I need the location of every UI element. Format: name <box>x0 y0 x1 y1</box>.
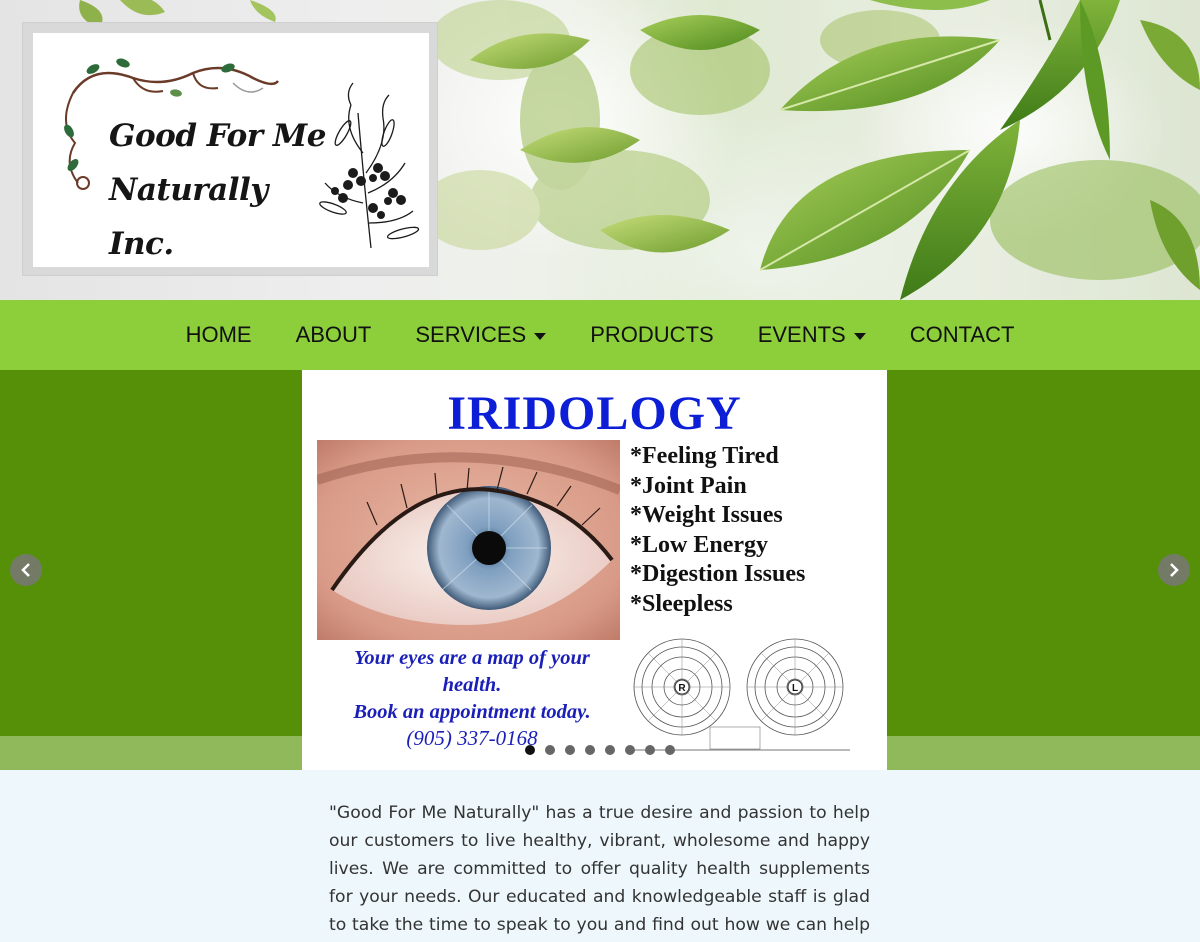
slider-dot[interactable] <box>645 745 655 755</box>
slider-dot[interactable] <box>565 745 575 755</box>
slider-dot[interactable] <box>665 745 675 755</box>
iridology-charts: R L <box>630 638 850 751</box>
chevron-right-icon <box>1170 563 1179 577</box>
main-nav: HOME ABOUT SERVICES PRODUCTS EVENTS CONT… <box>0 300 1200 370</box>
caret-down-icon <box>534 332 547 340</box>
symptom-item: *Weight Issues <box>630 502 783 529</box>
eye-photo <box>317 440 620 640</box>
slider-dot[interactable] <box>585 745 595 755</box>
nav-item-home[interactable]: HOME <box>164 322 274 348</box>
nav-label: CONTACT <box>909 322 1015 347</box>
nav-item-about[interactable]: ABOUT <box>274 322 394 348</box>
symptom-item: *Sleepless <box>630 590 733 617</box>
symptom-item: *Joint Pain <box>630 472 747 499</box>
slider-dot[interactable] <box>525 745 535 755</box>
header-banner: Good For Me Naturally Inc. <box>0 0 1200 300</box>
nav-item-events[interactable]: EVENTS <box>736 322 888 348</box>
nav-label: PRODUCTS <box>590 322 714 347</box>
slide-iridology[interactable]: IRIDOLOGY *Feeling Tired *Joint Pain *We… <box>302 370 887 770</box>
logo-line-1: Good For Me <box>109 118 326 154</box>
slide-title: IRIDOLOGY <box>447 387 742 440</box>
logo-frame: Good For Me Naturally Inc. <box>22 22 438 276</box>
tagline-line: Your eyes are a map of your <box>354 647 590 669</box>
slider-dot[interactable] <box>625 745 635 755</box>
nav-item-products[interactable]: PRODUCTS <box>568 322 735 348</box>
right-iris-label: R <box>678 683 686 694</box>
symptom-list: *Feeling Tired *Joint Pain *Weight Issue… <box>630 442 880 620</box>
symptom-item: *Low Energy <box>630 531 768 558</box>
nav-label: ABOUT <box>295 322 372 347</box>
slider-dot[interactable] <box>605 745 615 755</box>
slide-tagline: Your eyes are a map of your health. Book… <box>322 645 622 726</box>
tagline-line: health. <box>442 674 502 696</box>
intro-paragraph: "Good For Me Naturally" has a true desir… <box>329 803 870 935</box>
nav-label: HOME <box>185 322 252 347</box>
nav-label: EVENTS <box>757 322 846 347</box>
symptom-item: *Feeling Tired <box>630 443 779 469</box>
logo-text: Good For Me Naturally Inc. <box>109 109 329 271</box>
nav-label: SERVICES <box>415 322 527 347</box>
left-iris-label: L <box>792 683 798 694</box>
nav-item-contact[interactable]: CONTACT <box>888 322 1037 348</box>
symptom-item: *Digestion Issues <box>630 561 806 588</box>
tagline-line: Book an appointment today. <box>353 701 591 723</box>
chevron-left-icon <box>21 563 30 577</box>
slider-next-button[interactable] <box>1158 554 1190 586</box>
slider-prev-button[interactable] <box>10 554 42 586</box>
site-logo[interactable]: Good For Me Naturally Inc. <box>33 33 429 267</box>
nav-item-services[interactable]: SERVICES <box>393 322 568 348</box>
slider-pagination <box>525 745 675 755</box>
caret-down-icon <box>853 332 866 340</box>
slider-dot[interactable] <box>545 745 555 755</box>
logo-line-2: Naturally Inc. <box>109 172 268 262</box>
